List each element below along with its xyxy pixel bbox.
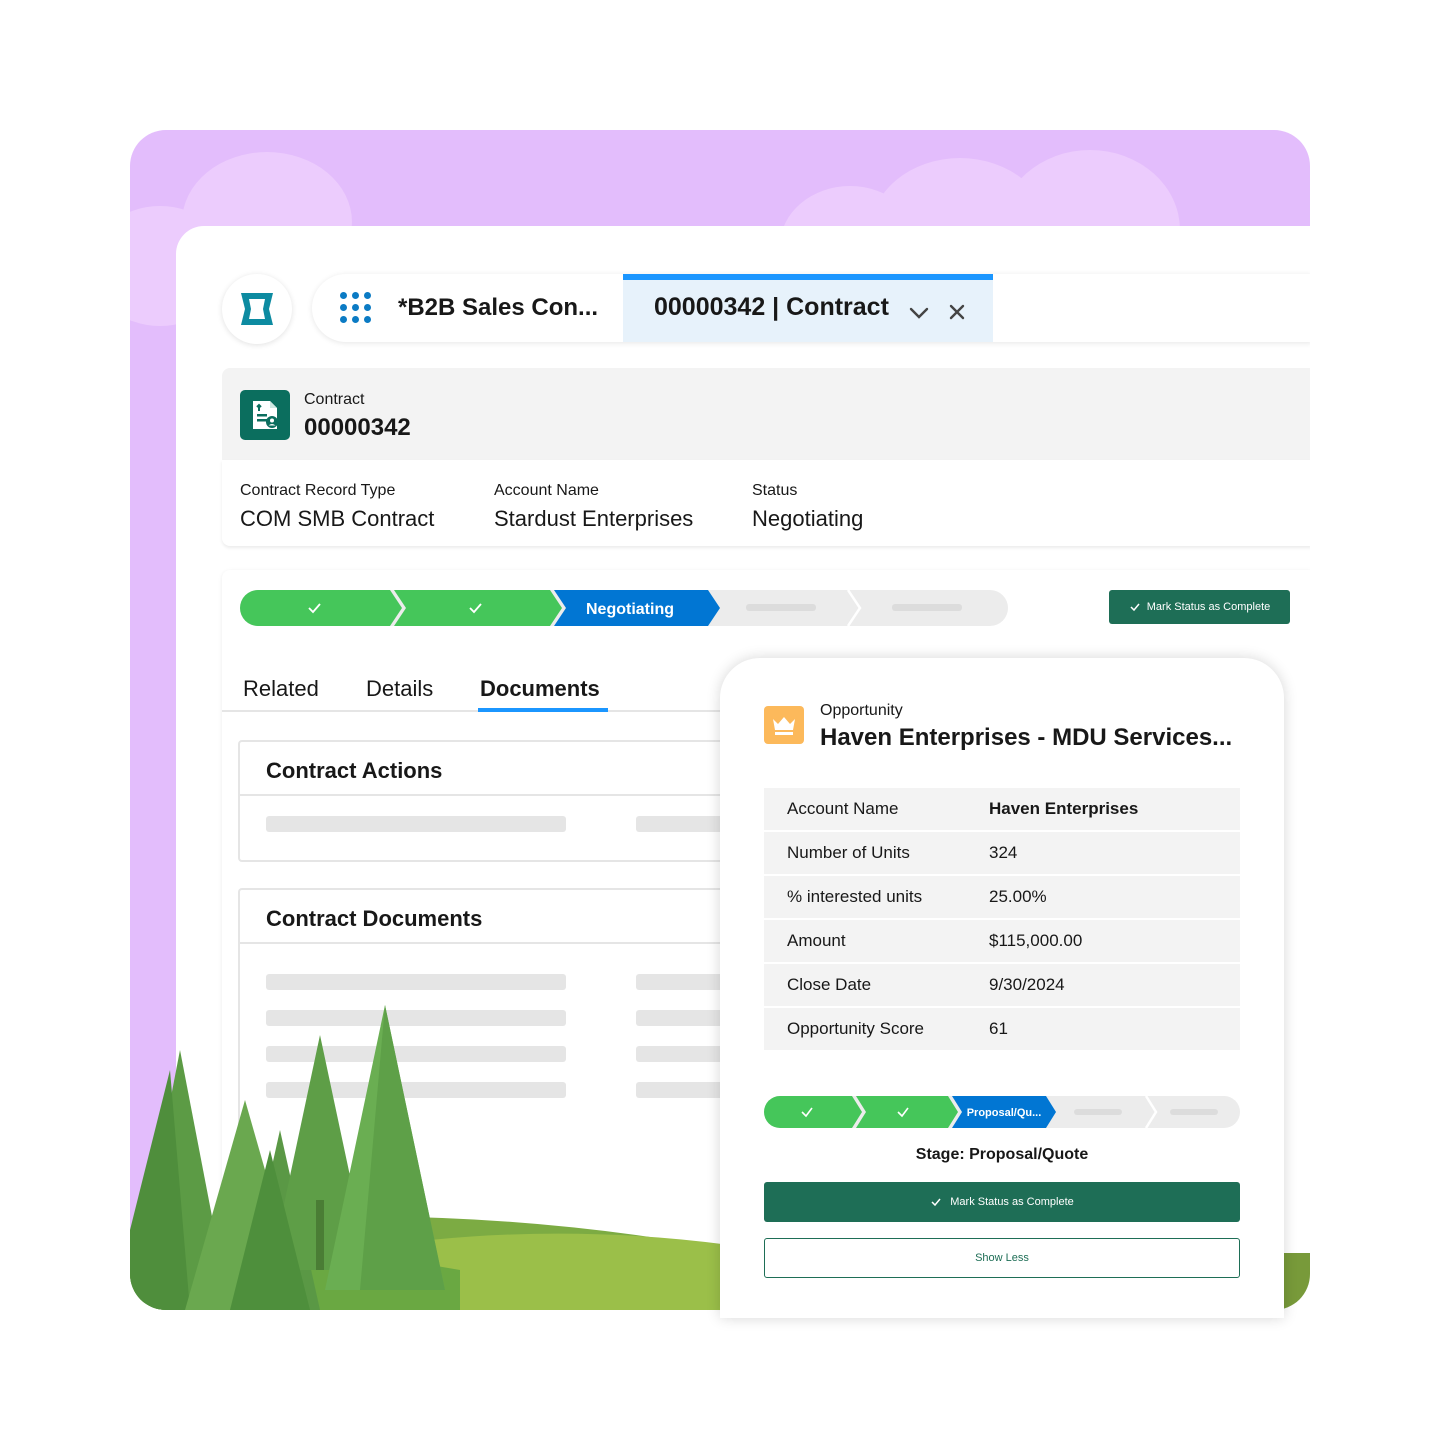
field-row: Close Date 9/30/2024	[764, 964, 1240, 1008]
field-label: Close Date	[787, 975, 872, 994]
mark-status-label: Mark Status as Complete	[1146, 601, 1271, 613]
field-value: $115,000.00	[989, 931, 1083, 950]
field-value[interactable]: Stardust Enterprises	[494, 506, 693, 532]
placeholder-line	[266, 816, 566, 832]
path-step-complete[interactable]	[856, 1096, 958, 1128]
path-step-complete[interactable]	[394, 590, 562, 626]
card-title: Contract Actions	[266, 758, 443, 783]
field-value: 9/30/2024	[989, 975, 1065, 994]
field-label: % interested units	[787, 887, 923, 906]
mark-status-complete-button[interactable]: Mark Status as Complete	[764, 1182, 1240, 1222]
tab-details[interactable]: Details	[366, 676, 433, 702]
tab-contract-label: 00000342 | Contract	[654, 293, 889, 321]
chevron-down-icon[interactable]	[908, 302, 930, 324]
contract-icon	[240, 390, 290, 440]
field-account-name: Account Name Stardust Enterprises	[494, 482, 693, 532]
check-icon	[1130, 603, 1140, 612]
stage-label: Stage: Proposal/Quote	[915, 1146, 1089, 1163]
field-label: Amount	[787, 931, 846, 950]
path-step-complete[interactable]	[764, 1096, 862, 1128]
field-row: Opportunity Score 61	[764, 1008, 1240, 1052]
app-logo[interactable]	[222, 274, 292, 344]
field-value[interactable]: Haven Enterprises	[989, 799, 1138, 819]
active-tab-indicator	[478, 708, 608, 712]
placeholder-line	[266, 1010, 566, 1026]
field-label: Account Name	[494, 482, 599, 499]
contract-documents-card: Contract Documents	[238, 888, 758, 1310]
tab-documents[interactable]: Documents	[480, 676, 600, 702]
field-label: Status	[752, 482, 798, 499]
crown-icon	[764, 706, 804, 744]
record-title: 00000342	[304, 414, 411, 441]
field-row: Number of Units 324	[764, 832, 1240, 876]
field-value: COM SMB Contract	[240, 506, 435, 531]
path-step-placeholder[interactable]	[1170, 1109, 1218, 1115]
app-logo-icon	[241, 293, 273, 325]
opportunity-title[interactable]: Haven Enterprises - MDU Services...	[820, 724, 1232, 752]
highlights-panel: Contract Record Type COM SMB Contract Ac…	[222, 460, 1310, 546]
path-current-label: Negotiating	[586, 601, 674, 618]
opportunity-card: Opportunity Haven Enterprises - MDU Serv…	[720, 658, 1284, 1318]
path-current-label: Proposal/Qu...	[967, 1107, 1042, 1119]
opportunity-fields: Account Name Haven Enterprises Number of…	[764, 788, 1240, 1052]
field-value: Negotiating	[752, 506, 864, 531]
tab-bar: *B2B Sales Con... 00000342 | Contract	[312, 274, 1310, 342]
path-step-complete[interactable]	[240, 590, 402, 626]
field-label: Opportunity Score	[787, 1019, 925, 1038]
field-value: 25.00%	[989, 887, 1047, 906]
field-row: Account Name Haven Enterprises	[764, 788, 1240, 832]
opportunity-stage-path: Proposal/Qu...	[764, 1096, 1240, 1128]
field-status: Status Negotiating	[752, 482, 863, 532]
mark-status-complete-button[interactable]: Mark Status as Complete	[1109, 590, 1290, 624]
field-row: % interested units 25.00%	[764, 876, 1240, 920]
check-icon	[931, 1198, 941, 1207]
field-label: Number of Units	[787, 843, 910, 862]
record-tabs: Related Details Documents	[222, 670, 722, 712]
path-step-placeholder[interactable]	[746, 604, 816, 611]
field-record-type: Contract Record Type COM SMB Contract	[240, 482, 434, 532]
field-label: Contract Record Type	[240, 482, 396, 499]
placeholder-line	[266, 1046, 566, 1062]
mark-status-label: Mark Status as Complete	[950, 1196, 1074, 1208]
field-label: Account Name	[787, 799, 899, 818]
tab-related[interactable]: Related	[243, 676, 319, 702]
opportunity-object-label: Opportunity	[820, 702, 903, 719]
field-row: Amount $115,000.00	[764, 920, 1240, 964]
card-title: Contract Documents	[266, 906, 483, 931]
app-launcher-icon[interactable]	[340, 292, 374, 326]
path-step-placeholder[interactable]	[892, 604, 962, 611]
show-less-button[interactable]: Show Less	[764, 1238, 1240, 1278]
field-value: 324	[989, 843, 1018, 862]
record-object-label: Contract	[304, 391, 365, 408]
path-step-placeholder[interactable]	[1074, 1109, 1122, 1115]
record-header: Contract 00000342	[222, 368, 1310, 460]
placeholder-line	[266, 974, 566, 990]
field-value: 61	[989, 1019, 1008, 1038]
close-icon[interactable]	[947, 302, 967, 322]
status-path: Negotiating	[240, 590, 1008, 626]
tab-app-name[interactable]: *B2B Sales Con...	[398, 294, 598, 322]
tab-contract[interactable]: 00000342 | Contract	[623, 274, 993, 342]
contract-actions-card: Contract Actions	[238, 740, 758, 862]
placeholder-line	[266, 1082, 566, 1098]
